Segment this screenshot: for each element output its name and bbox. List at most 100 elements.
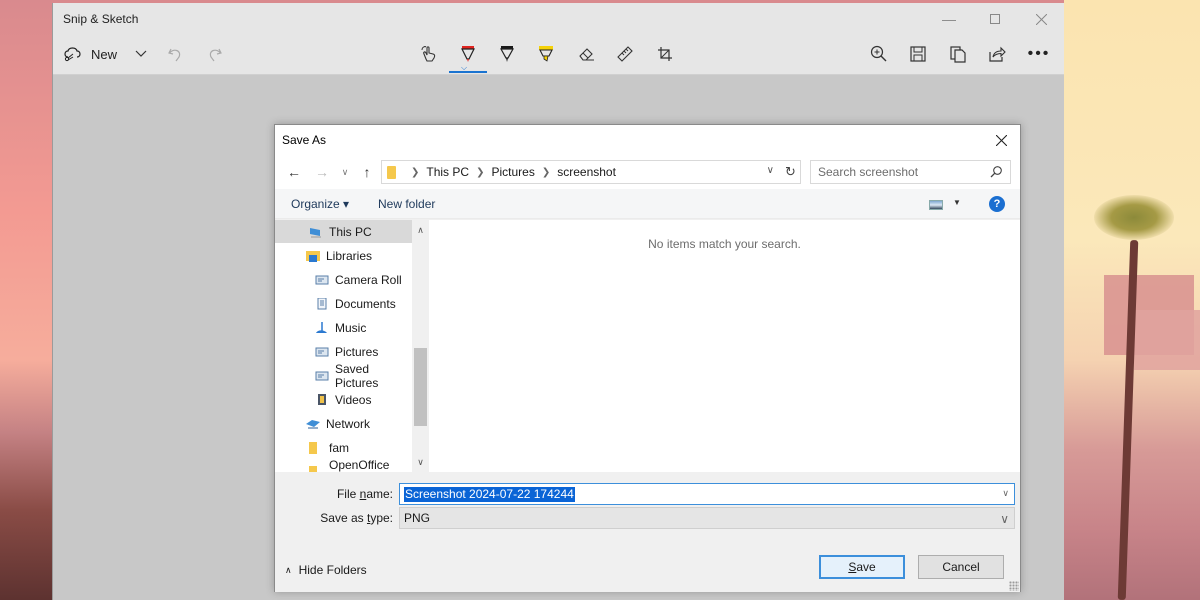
ruler-button[interactable] <box>613 35 637 73</box>
music-icon <box>316 321 327 333</box>
share-button[interactable] <box>985 35 1009 73</box>
breadcrumb-separator-icon[interactable]: ❯ <box>411 167 419 178</box>
tree-item-libraries[interactable]: Libraries <box>275 244 412 267</box>
chevron-up-icon: ∧ <box>285 564 292 575</box>
share-icon <box>988 46 1006 62</box>
address-bar[interactable]: ❯ This PC ❯ Pictures ❯ screenshot ∨ <box>381 160 801 184</box>
tree-item-fam[interactable]: fam <box>275 436 412 459</box>
new-folder-button[interactable]: New folder <box>378 197 435 211</box>
tree-item-documents[interactable]: Documents <box>275 292 412 315</box>
maximize-icon <box>990 14 1000 24</box>
tree-item-saved-pictures[interactable]: Saved Pictures <box>275 361 412 390</box>
file-name-dropdown-icon[interactable]: ∨ <box>1002 488 1009 499</box>
tree-scrollbar[interactable]: ∧ ∨ <box>412 220 429 472</box>
tree-item-openoffice[interactable]: OpenOffice 4.1.7 <box>275 457 412 473</box>
undo-button[interactable] <box>165 35 185 73</box>
scroll-down-icon[interactable]: ∨ <box>412 454 429 470</box>
folder-icon <box>309 441 317 454</box>
breadcrumb-this-pc[interactable]: This PC <box>426 165 469 179</box>
search-input[interactable] <box>818 165 978 179</box>
window-controls: — <box>926 3 1064 35</box>
tree-item-label: Videos <box>335 392 372 407</box>
app-titlebar: Snip & Sketch — <box>53 3 1064 35</box>
chevron-down-icon <box>135 50 147 57</box>
highlighter-button[interactable] <box>534 35 558 73</box>
redo-icon <box>209 48 222 62</box>
desktop-wallpaper-right <box>1064 0 1200 600</box>
view-options-dropdown-icon[interactable]: ▼ <box>953 198 961 207</box>
tree-item-label: OpenOffice 4.1.7 <box>329 457 390 473</box>
organize-button[interactable]: Organize ▾ <box>291 197 349 211</box>
eraser-icon <box>579 48 594 61</box>
minimize-button[interactable]: — <box>926 3 972 35</box>
scroll-up-icon[interactable]: ∧ <box>412 222 429 238</box>
eraser-button[interactable] <box>574 35 598 73</box>
back-button[interactable]: ← <box>285 163 303 181</box>
dialog-close-button[interactable] <box>990 129 1012 151</box>
resize-grip[interactable] <box>1009 581 1019 591</box>
hide-folders-button[interactable]: ∧ Hide Folders <box>285 563 367 577</box>
crop-icon <box>658 47 672 61</box>
tree-item-label: Documents <box>335 296 396 311</box>
file-list-pane[interactable]: No items match your search. <box>429 220 1020 472</box>
tree-item-label: Saved Pictures <box>335 361 379 390</box>
breadcrumb-screenshot[interactable]: screenshot <box>557 165 616 179</box>
refresh-button[interactable]: ↻ <box>781 160 801 184</box>
file-name-input[interactable]: Screenshot 2024-07-22 174244 ∨ <box>399 483 1015 505</box>
save-button[interactable] <box>906 35 930 73</box>
file-name-label: File name: <box>337 487 393 501</box>
new-snip-dropdown[interactable] <box>131 35 151 73</box>
navigation-tree: This PC Libraries Camera Roll Documents … <box>275 220 429 472</box>
ballpoint-pen-button[interactable] <box>456 35 480 73</box>
save-type-dropdown-icon[interactable]: ∨ <box>1000 512 1009 526</box>
copy-icon <box>950 45 966 63</box>
maximize-button[interactable] <box>972 3 1018 35</box>
minimize-icon: — <box>942 11 956 27</box>
recent-locations-button[interactable]: ∨ <box>339 163 351 181</box>
save-type-select[interactable]: PNG ∨ <box>399 507 1015 529</box>
up-button[interactable]: ↑ <box>359 163 375 181</box>
save-dialog-button[interactable]: Save <box>819 555 905 579</box>
forward-arrow-icon: → <box>315 164 329 180</box>
breadcrumb-separator-icon[interactable]: ❯ <box>476 167 484 178</box>
address-history-dropdown-icon[interactable]: ∨ <box>767 165 774 176</box>
breadcrumb-separator-icon[interactable]: ❯ <box>542 167 550 178</box>
computer-icon <box>310 227 321 237</box>
close-icon <box>995 134 1007 146</box>
undo-icon <box>168 48 181 62</box>
tree-item-this-pc[interactable]: This PC <box>275 220 412 243</box>
forward-button[interactable]: → <box>313 163 331 181</box>
crop-button[interactable] <box>653 35 677 73</box>
pencil-button[interactable] <box>495 35 519 73</box>
new-snip-button[interactable]: New <box>63 35 117 73</box>
breadcrumb-pictures[interactable]: Pictures <box>491 165 534 179</box>
redo-button[interactable] <box>205 35 225 73</box>
ruler-icon <box>617 46 633 62</box>
more-options-button[interactable]: ••• <box>1025 35 1053 73</box>
zoom-in-button[interactable] <box>867 35 891 73</box>
cancel-button[interactable]: Cancel <box>918 555 1004 579</box>
search-box[interactable] <box>810 160 1011 184</box>
command-bar: Organize ▾ New folder ▼ ? <box>275 189 1020 219</box>
tree-item-camera-roll[interactable]: Camera Roll <box>275 268 412 291</box>
tree-item-pictures[interactable]: Pictures <box>275 340 412 363</box>
search-icon[interactable] <box>989 165 1003 179</box>
tree-item-videos[interactable]: Videos <box>275 388 412 411</box>
scrollbar-thumb[interactable] <box>414 348 427 426</box>
touch-writing-button[interactable] <box>417 35 441 73</box>
close-window-button[interactable] <box>1018 3 1064 35</box>
change-view-icon[interactable] <box>929 200 943 210</box>
hide-folders-label: Hide Folders <box>298 563 367 577</box>
tree-item-music[interactable]: Music <box>275 316 412 339</box>
file-name-value[interactable]: Screenshot 2024-07-22 174244 <box>404 486 575 502</box>
app-toolbar: New ⌵ ••• <box>53 35 1064 75</box>
tree-item-network[interactable]: Network <box>275 412 412 435</box>
new-snip-label: New <box>91 46 118 62</box>
highlighter-icon <box>539 46 553 62</box>
copy-button[interactable] <box>946 35 970 73</box>
help-icon[interactable]: ? <box>989 196 1005 212</box>
desktop-wallpaper-left <box>0 0 52 600</box>
dialog-title: Save As <box>282 133 327 147</box>
ballpoint-pen-icon <box>461 46 475 62</box>
tree-item-label: Camera Roll <box>335 272 402 287</box>
